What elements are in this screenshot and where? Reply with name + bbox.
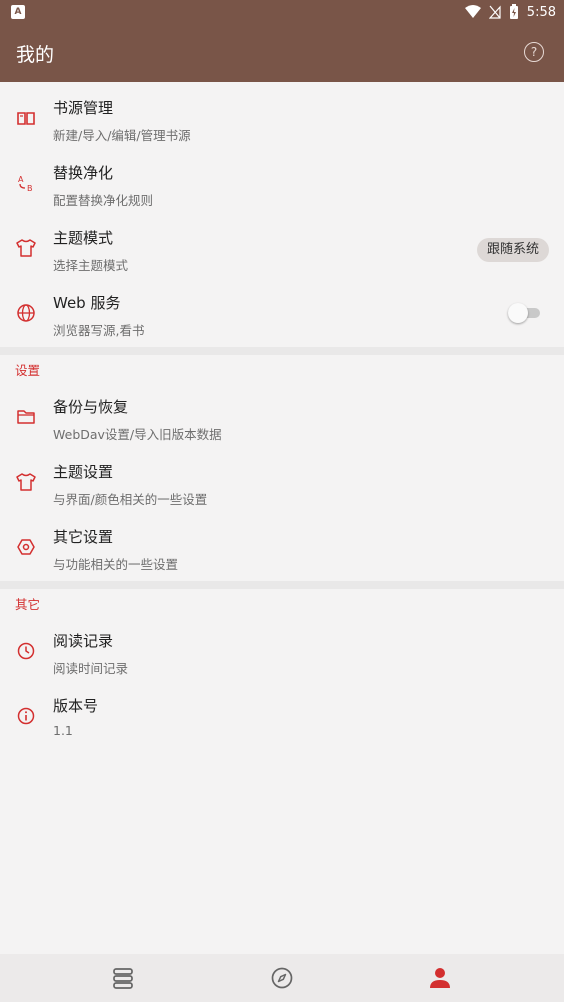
list-item-version[interactable]: 版本号 1.1: [0, 685, 564, 750]
settings-section: 设置 备份与恢复 WebDav设置/导入旧版本数据 主题设置 与界面/颜色相关的…: [0, 355, 564, 581]
item-title: 主题设置: [53, 463, 114, 481]
no-signal-icon: [488, 5, 501, 19]
globe-icon: [17, 304, 35, 322]
item-title: 主题模式: [53, 229, 114, 247]
item-subtitle: 浏览器写源,看书: [53, 323, 145, 338]
status-bar: A 5:58: [0, 0, 564, 24]
battery-icon: [509, 4, 518, 19]
svg-text:B: B: [27, 184, 33, 193]
item-title: Web 服务: [53, 294, 121, 312]
theme-mode-chip[interactable]: 跟随系统: [476, 238, 549, 262]
app-bar: 我的 ?: [0, 24, 564, 82]
settings-group-title: 设置: [15, 363, 41, 378]
item-subtitle: 配置替换净化规则: [53, 193, 154, 208]
list-item-web-service[interactable]: Web 服务 浏览器写源,看书: [0, 282, 564, 347]
notification-a-icon: A: [11, 5, 25, 19]
hex-gear-icon: [17, 539, 35, 555]
item-subtitle: 新建/导入/编辑/管理书源: [53, 128, 191, 143]
replace-ab-icon: AB: [18, 175, 33, 193]
main-section: 书源管理 新建/导入/编辑/管理书源 AB 替换净化 配置替换净化规则 主题模式…: [0, 82, 564, 347]
list-item-source-manage[interactable]: 书源管理 新建/导入/编辑/管理书源: [0, 87, 564, 152]
compass-icon[interactable]: [270, 966, 294, 990]
clock-icon: [17, 642, 35, 660]
info-icon: [17, 707, 35, 725]
item-subtitle: 选择主题模式: [53, 258, 129, 273]
help-icon[interactable]: ?: [524, 42, 544, 62]
list-item-read-record[interactable]: 阅读记录 阅读时间记录: [0, 620, 564, 685]
section-divider: [0, 347, 564, 355]
list-item-backup[interactable]: 备份与恢复 WebDav设置/导入旧版本数据: [0, 386, 564, 451]
list-item-theme-settings[interactable]: 主题设置 与界面/颜色相关的一些设置: [0, 451, 564, 516]
item-title: 书源管理: [53, 99, 114, 117]
bookshelf-icon[interactable]: [111, 966, 135, 990]
item-title: 阅读记录: [53, 632, 114, 650]
list-item-other-settings[interactable]: 其它设置 与功能相关的一些设置: [0, 516, 564, 581]
web-service-toggle[interactable]: [508, 303, 540, 323]
item-subtitle: 与功能相关的一些设置: [53, 557, 179, 572]
clock-text: 5:58: [526, 4, 556, 20]
shirt-icon: [16, 473, 36, 491]
item-title: 备份与恢复: [53, 398, 129, 416]
shirt-icon: [16, 239, 36, 257]
svg-text:A: A: [18, 175, 24, 184]
page-title: 我的: [16, 44, 55, 66]
other-section: 其它 阅读记录 阅读时间记录 版本号 1.1: [0, 589, 564, 750]
folder-icon: [17, 410, 35, 424]
toggle-thumb: [508, 303, 528, 323]
item-title: 版本号: [53, 697, 99, 715]
item-subtitle: 1.1: [53, 723, 73, 738]
book-icon: [17, 112, 35, 125]
person-icon[interactable]: [428, 966, 452, 990]
section-divider: [0, 581, 564, 589]
other-group-title: 其它: [15, 597, 41, 612]
wifi-icon: [464, 5, 481, 18]
item-subtitle: 与界面/颜色相关的一些设置: [53, 492, 208, 507]
item-title: 其它设置: [53, 528, 114, 546]
list-item-replace[interactable]: AB 替换净化 配置替换净化规则: [0, 152, 564, 217]
item-title: 替换净化: [53, 164, 114, 182]
item-subtitle: WebDav设置/导入旧版本数据: [53, 427, 222, 442]
bottom-navigation: [0, 954, 564, 1002]
status-right: 5:58: [464, 0, 556, 24]
content: 书源管理 新建/导入/编辑/管理书源 AB 替换净化 配置替换净化规则 主题模式…: [0, 82, 564, 954]
item-subtitle: 阅读时间记录: [53, 661, 129, 676]
list-item-theme-mode[interactable]: 主题模式 选择主题模式 跟随系统: [0, 217, 564, 282]
